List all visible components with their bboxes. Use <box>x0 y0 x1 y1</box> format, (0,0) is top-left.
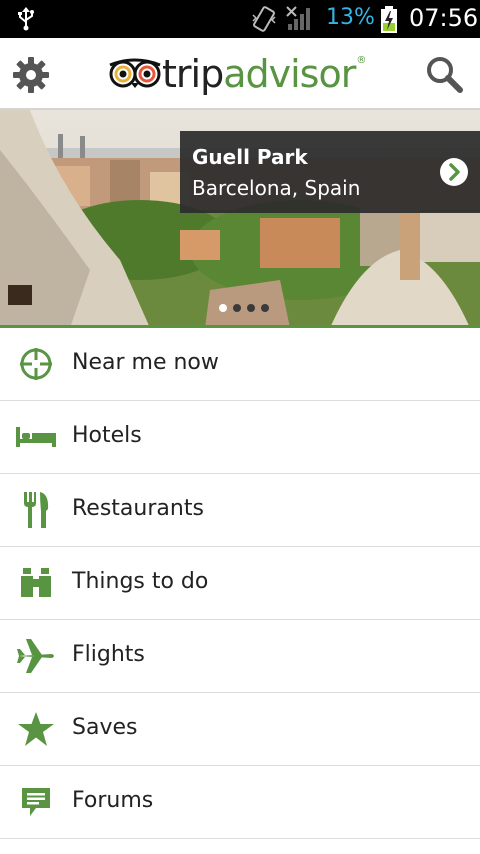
binoculars-icon <box>14 563 58 603</box>
star-icon <box>14 709 58 749</box>
airplane-icon <box>14 636 58 676</box>
menu-item-label: Near me now <box>72 350 219 375</box>
crosshair-icon <box>14 344 58 384</box>
carousel-dot-active[interactable] <box>219 304 227 312</box>
menu-item-restaurants[interactable]: Restaurants <box>0 474 480 547</box>
status-bar: 13% 07:56 <box>0 0 480 38</box>
carousel-indicator <box>219 304 269 312</box>
featured-location: Barcelona, Spain <box>192 176 361 200</box>
carousel-dot[interactable] <box>233 304 241 312</box>
menu-item-hotels[interactable]: Hotels <box>0 401 480 474</box>
main-menu: Near me now Hotels Restaurants Things to… <box>0 328 480 839</box>
menu-item-label: Saves <box>72 715 138 740</box>
owl-eyes-logo-icon <box>108 55 162 93</box>
hero-carousel[interactable]: Guell Park Barcelona, Spain <box>0 110 480 328</box>
logo-registered-mark: ® <box>356 54 367 66</box>
tripadvisor-logo: tripadvisor ® <box>108 50 366 98</box>
usb-icon <box>16 6 36 36</box>
logo-advisor: advisor <box>223 52 356 96</box>
vibrate-icon <box>250 5 278 37</box>
search-icon[interactable] <box>424 54 464 98</box>
bed-icon <box>14 417 58 457</box>
chevron-right-icon[interactable] <box>440 158 468 186</box>
battery-percent: 13% <box>326 5 375 30</box>
menu-item-label: Flights <box>72 642 145 667</box>
carousel-dot[interactable] <box>247 304 255 312</box>
logo-trip: trip <box>162 52 224 96</box>
menu-item-saves[interactable]: Saves <box>0 693 480 766</box>
settings-gear-icon[interactable] <box>12 56 50 98</box>
signal-icon <box>286 6 314 36</box>
logo-wordmark: tripadvisor <box>162 50 356 98</box>
menu-item-label: Restaurants <box>72 496 204 521</box>
app-bar: tripadvisor ® <box>0 38 480 110</box>
fork-knife-icon <box>14 490 58 530</box>
menu-item-label: Forums <box>72 788 154 813</box>
clock: 07:56 <box>409 4 479 32</box>
chat-bubble-icon <box>14 782 58 822</box>
menu-item-things-to-do[interactable]: Things to do <box>0 547 480 620</box>
battery-charging-icon <box>380 6 398 38</box>
featured-caption[interactable]: Guell Park Barcelona, Spain <box>180 131 480 213</box>
menu-item-label: Things to do <box>72 569 209 594</box>
menu-item-flights[interactable]: Flights <box>0 620 480 693</box>
menu-item-label: Hotels <box>72 423 142 448</box>
menu-item-forums[interactable]: Forums <box>0 766 480 839</box>
menu-item-near-me-now[interactable]: Near me now <box>0 328 480 401</box>
carousel-dot[interactable] <box>261 304 269 312</box>
featured-title: Guell Park <box>192 145 308 169</box>
